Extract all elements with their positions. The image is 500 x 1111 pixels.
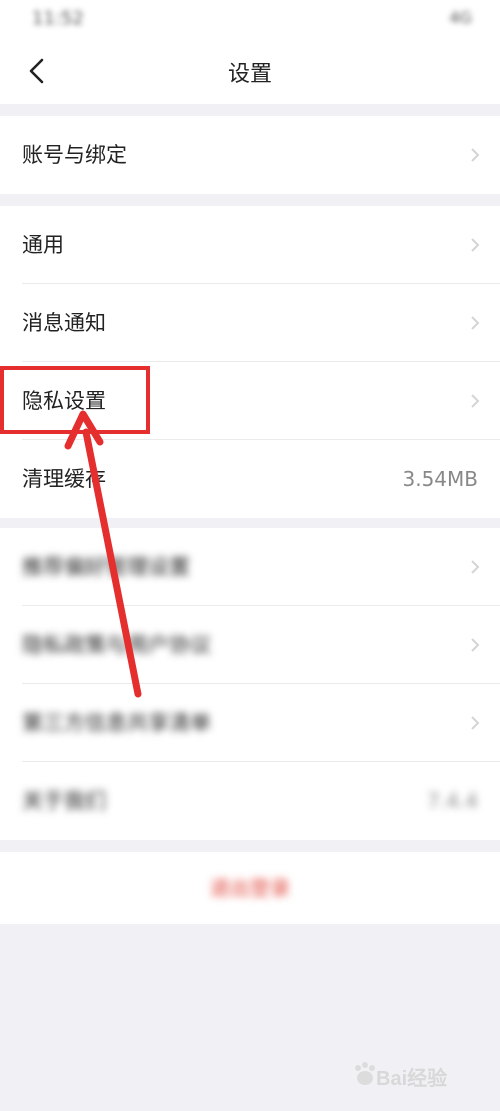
settings-group-about: 推荐偏好管理设置 隐私政策与用户协议 第三方信息共享清单 关于我们 7.4.4: [0, 528, 500, 840]
settings-item-about[interactable]: 关于我们 7.4.4: [0, 762, 500, 840]
cache-size-value: 3.54MB: [402, 467, 478, 491]
settings-item-label: 账号与绑定: [22, 143, 127, 167]
settings-item-general[interactable]: 通用: [0, 206, 500, 284]
chevron-right-icon: [471, 638, 480, 652]
status-bar: 11:52 4G: [0, 0, 500, 38]
status-network: 4G: [449, 8, 472, 27]
settings-item-account-binding[interactable]: 账号与绑定: [0, 116, 500, 194]
settings-item-privacy-policy[interactable]: 隐私政策与用户协议: [0, 606, 500, 684]
settings-group-account: 账号与绑定: [0, 116, 500, 194]
settings-item-recommendation[interactable]: 推荐偏好管理设置: [0, 528, 500, 606]
logout-label: 退出登录: [210, 876, 290, 900]
page-title: 设置: [227, 62, 272, 87]
settings-item-clear-cache[interactable]: 清理缓存 3.54MB: [0, 440, 500, 518]
chevron-right-icon: [471, 394, 480, 408]
settings-item-third-party[interactable]: 第三方信息共享清单: [0, 684, 500, 762]
chevron-right-icon: [471, 148, 480, 162]
settings-item-label: 推荐偏好管理设置: [22, 555, 190, 579]
baidu-jingyan-watermark: Bai经验: [352, 1053, 482, 1097]
annotation-highlight-box: [0, 366, 150, 434]
settings-item-label: 关于我们: [22, 789, 106, 813]
chevron-right-icon: [471, 316, 480, 330]
settings-group-general: 通用 消息通知 隐私设置 清理缓存 3.54MB: [0, 206, 500, 518]
paw-icon: [355, 1062, 375, 1085]
chevron-right-icon: [471, 560, 480, 574]
settings-item-label: 通用: [22, 233, 64, 257]
version-value: 7.4.4: [427, 789, 478, 813]
settings-item-label: 清理缓存: [22, 467, 106, 491]
status-time: 11:52: [32, 8, 84, 29]
settings-item-notifications[interactable]: 消息通知: [0, 284, 500, 362]
logout-button[interactable]: 退出登录: [0, 852, 500, 924]
watermark-text: Bai经验: [376, 1068, 448, 1090]
settings-item-label: 消息通知: [22, 311, 106, 335]
settings-item-label: 第三方信息共享清单: [22, 711, 211, 735]
chevron-right-icon: [471, 238, 480, 252]
settings-item-label: 隐私政策与用户协议: [22, 633, 211, 657]
navigation-bar: 设置: [0, 38, 500, 104]
chevron-right-icon: [471, 716, 480, 730]
